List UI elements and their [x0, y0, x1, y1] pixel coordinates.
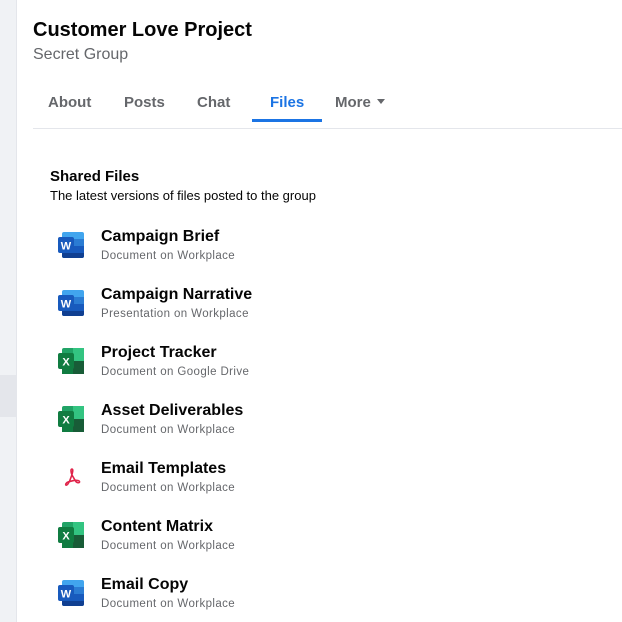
- group-files-page: Customer Love Project Secret Group About…: [0, 0, 622, 622]
- excel-icon: X: [58, 406, 84, 432]
- svg-text:X: X: [62, 415, 70, 427]
- tab-more-label: More: [335, 94, 371, 111]
- tab-files[interactable]: Files: [270, 84, 304, 122]
- file-name: Project Tracker: [101, 344, 217, 361]
- tab-chat[interactable]: Chat: [197, 84, 230, 122]
- file-source: Document on Google Drive: [101, 366, 250, 378]
- file-name: Campaign Brief: [101, 228, 220, 245]
- word-icon: W: [58, 580, 84, 606]
- word-icon: W: [58, 232, 84, 258]
- pdf-icon: [64, 468, 81, 486]
- excel-icon: X: [58, 522, 84, 548]
- svg-text:X: X: [62, 357, 70, 369]
- file-item-project-tracker[interactable]: X Project Tracker Document on Google Dri…: [56, 342, 622, 400]
- file-item-email-templates[interactable]: Email Templates Document on Workplace: [56, 458, 622, 516]
- file-name: Content Matrix: [101, 518, 213, 535]
- svg-text:W: W: [61, 589, 72, 601]
- shared-files-header: Shared Files The latest versions of file…: [50, 167, 622, 205]
- svg-text:X: X: [62, 531, 70, 543]
- shared-files-description: The latest versions of files posted to t…: [50, 188, 316, 203]
- active-tab-indicator: [252, 119, 322, 122]
- excel-icon: X: [58, 348, 84, 374]
- svg-text:W: W: [61, 299, 72, 311]
- file-source: Document on Workplace: [101, 250, 236, 262]
- file-source: Presentation on Workplace: [101, 308, 249, 320]
- file-name: Email Templates: [101, 460, 227, 477]
- file-source: Document on Workplace: [101, 482, 236, 494]
- group-title: Customer Love Project: [33, 19, 252, 41]
- shared-files-title: Shared Files: [50, 168, 140, 185]
- group-tabs: About Posts Chat Files More: [33, 84, 622, 129]
- file-source: Document on Workplace: [101, 598, 236, 610]
- file-item-campaign-brief[interactable]: W Campaign Brief Document on Workplace: [56, 226, 622, 284]
- file-name: Asset Deliverables: [101, 402, 244, 419]
- file-item-content-matrix[interactable]: X Content Matrix Document on Workplace: [56, 516, 622, 574]
- sidebar-item-highlight[interactable]: [0, 375, 16, 417]
- tab-posts[interactable]: Posts: [124, 84, 165, 122]
- file-source: Document on Workplace: [101, 540, 236, 552]
- svg-text:W: W: [61, 241, 72, 253]
- file-item-campaign-narrative[interactable]: W Campaign Narrative Presentation on Wor…: [56, 284, 622, 342]
- tab-more[interactable]: More: [335, 84, 385, 122]
- file-name: Email Copy: [101, 576, 189, 593]
- file-item-asset-deliverables[interactable]: X Asset Deliverables Document on Workpla…: [56, 400, 622, 458]
- file-source: Document on Workplace: [101, 424, 236, 436]
- left-sidebar-edge: [0, 0, 17, 622]
- file-item-email-copy[interactable]: W Email Copy Document on Workplace: [56, 574, 622, 622]
- group-header: Customer Love Project Secret Group: [33, 16, 622, 66]
- tab-about[interactable]: About: [48, 84, 91, 122]
- group-privacy-label: Secret Group: [33, 46, 129, 63]
- shared-files-list: W Campaign Brief Document on Workplace W…: [56, 226, 622, 622]
- word-icon: W: [58, 290, 84, 316]
- caret-down-icon: [376, 98, 385, 104]
- file-name: Campaign Narrative: [101, 286, 253, 303]
